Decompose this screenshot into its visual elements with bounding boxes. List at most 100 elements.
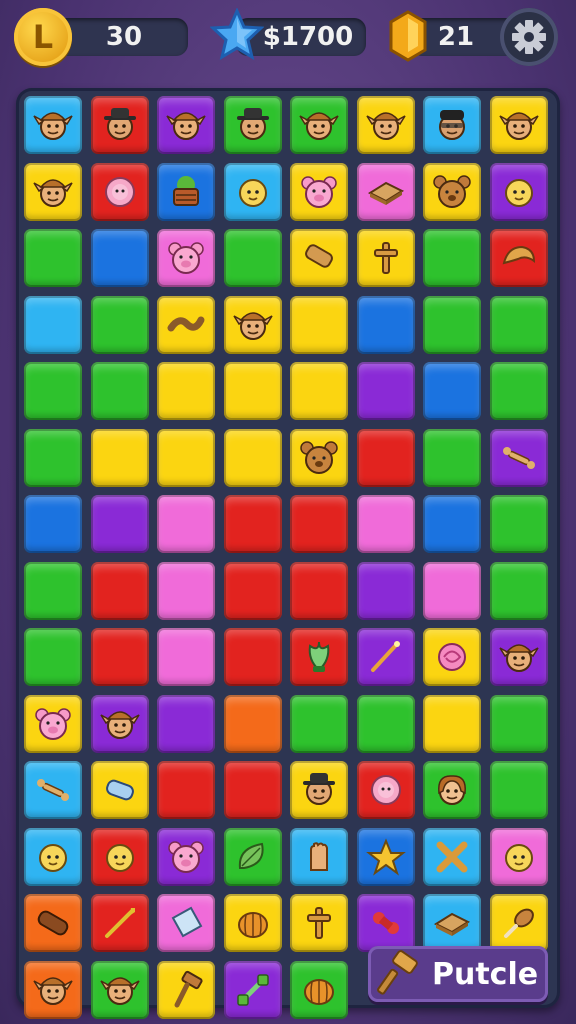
tile-red[interactable] [157, 761, 215, 819]
tile-purple[interactable] [223, 960, 282, 1019]
tile-yellow[interactable] [223, 894, 282, 952]
tile-red[interactable] [290, 628, 348, 686]
tile-orange[interactable] [24, 960, 82, 1019]
tile-red[interactable] [90, 894, 149, 952]
tile-pink[interactable] [489, 827, 548, 886]
tile-red[interactable] [90, 96, 149, 154]
tile-yellow[interactable] [90, 428, 149, 487]
settings-gear-button[interactable] [500, 8, 558, 66]
tile-red[interactable] [223, 561, 282, 620]
tile-purple[interactable] [356, 561, 415, 620]
tile-yellow[interactable] [290, 229, 348, 287]
tile-green[interactable] [290, 96, 348, 154]
tile-pink[interactable] [157, 628, 215, 686]
tile-green[interactable] [90, 295, 149, 354]
tile-purple[interactable] [356, 628, 415, 686]
tile-cyan[interactable] [423, 96, 481, 154]
tile-orange[interactable] [24, 894, 82, 952]
tile-blue[interactable] [24, 495, 82, 553]
tile-green[interactable] [423, 229, 481, 287]
tile-purple[interactable] [90, 694, 149, 753]
tile-blue[interactable] [423, 362, 481, 420]
tile-red[interactable] [90, 162, 149, 221]
tile-purple[interactable] [356, 894, 415, 952]
tile-blue[interactable] [423, 495, 481, 553]
tile-yellow[interactable] [157, 362, 215, 420]
tile-purple[interactable] [489, 428, 548, 487]
tile-yellow[interactable] [157, 428, 215, 487]
tile-yellow[interactable] [489, 894, 548, 952]
tile-yellow[interactable] [157, 295, 215, 354]
tile-yellow[interactable] [90, 761, 149, 819]
tile-purple[interactable] [489, 162, 548, 221]
tile-red[interactable] [290, 561, 348, 620]
tile-red[interactable] [356, 428, 415, 487]
tile-yellow[interactable] [290, 162, 348, 221]
putcle-button[interactable]: Putcle [368, 946, 548, 1002]
tile-yellow[interactable] [24, 694, 82, 753]
tile-red[interactable] [489, 229, 548, 287]
tile-purple[interactable] [157, 96, 215, 154]
tile-cyan[interactable] [24, 96, 82, 154]
tile-yellow[interactable] [290, 295, 348, 354]
tile-purple[interactable] [489, 628, 548, 686]
tile-pink[interactable] [157, 495, 215, 553]
tile-yellow[interactable] [24, 162, 82, 221]
tile-cyan[interactable] [24, 827, 82, 886]
tile-yellow[interactable] [489, 96, 548, 154]
tile-green[interactable] [489, 362, 548, 420]
tile-cyan[interactable] [423, 894, 481, 952]
tile-green[interactable] [223, 827, 282, 886]
tile-pink[interactable] [423, 561, 481, 620]
tile-yellow[interactable] [290, 761, 348, 819]
tile-green[interactable] [24, 229, 82, 287]
tile-green[interactable] [489, 561, 548, 620]
tile-blue[interactable] [157, 162, 215, 221]
tile-yellow[interactable] [290, 894, 348, 952]
tile-pink[interactable] [157, 229, 215, 287]
tile-purple[interactable] [157, 827, 215, 886]
tile-green[interactable] [90, 362, 149, 420]
tile-yellow[interactable] [423, 694, 481, 753]
tile-green[interactable] [290, 694, 348, 753]
tile-yellow[interactable] [423, 162, 481, 221]
tile-yellow[interactable] [356, 96, 415, 154]
tile-cyan[interactable] [223, 162, 282, 221]
tile-green[interactable] [489, 761, 548, 819]
tile-cyan[interactable] [24, 761, 82, 819]
tile-green[interactable] [24, 561, 82, 620]
tile-purple[interactable] [90, 495, 149, 553]
tile-red[interactable] [90, 827, 149, 886]
tile-cyan[interactable] [423, 827, 481, 886]
tile-green[interactable] [223, 229, 282, 287]
tile-yellow[interactable] [290, 428, 348, 487]
tile-red[interactable] [223, 761, 282, 819]
tile-green[interactable] [423, 428, 481, 487]
tile-green[interactable] [489, 495, 548, 553]
tile-yellow[interactable] [223, 362, 282, 420]
tile-green[interactable] [24, 362, 82, 420]
tile-green[interactable] [423, 761, 481, 819]
tile-red[interactable] [90, 561, 149, 620]
tile-pink[interactable] [157, 561, 215, 620]
tile-green[interactable] [24, 428, 82, 487]
tile-red[interactable] [223, 495, 282, 553]
tile-red[interactable] [290, 495, 348, 553]
tile-yellow[interactable] [223, 428, 282, 487]
tile-cyan[interactable] [24, 295, 82, 354]
tile-green[interactable] [356, 694, 415, 753]
tile-green[interactable] [24, 628, 82, 686]
tile-green[interactable] [489, 694, 548, 753]
tile-red[interactable] [90, 628, 149, 686]
tile-purple[interactable] [157, 694, 215, 753]
tile-yellow[interactable] [423, 628, 481, 686]
tile-green[interactable] [223, 96, 282, 154]
tile-green[interactable] [489, 295, 548, 354]
tile-yellow[interactable] [356, 229, 415, 287]
tile-blue[interactable] [356, 827, 415, 886]
tile-green[interactable] [290, 960, 348, 1019]
tile-yellow[interactable] [157, 960, 215, 1019]
tile-yellow[interactable] [290, 362, 348, 420]
tile-pink[interactable] [356, 162, 415, 221]
tile-purple[interactable] [356, 362, 415, 420]
